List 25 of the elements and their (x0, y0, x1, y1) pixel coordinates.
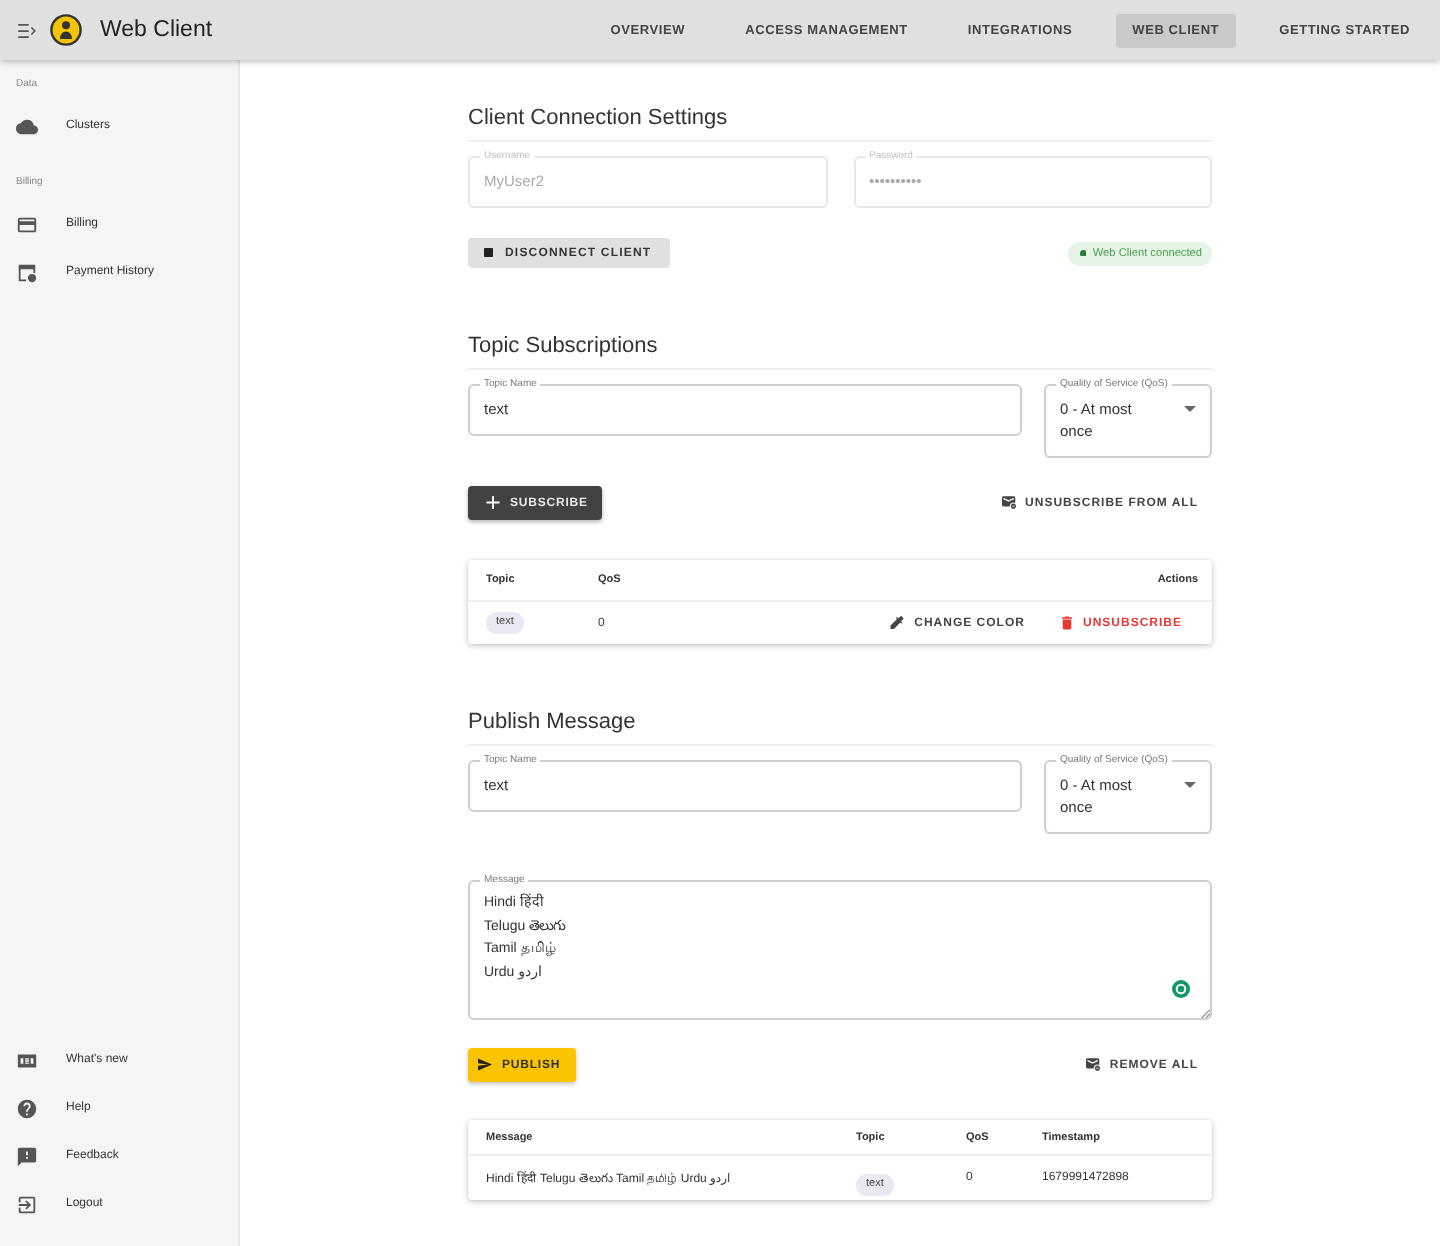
envelope-minus-icon (1085, 1058, 1100, 1072)
logo-icon (50, 14, 82, 46)
trash-icon (1062, 616, 1073, 630)
section-heading: Client Connection Settings (468, 104, 1212, 142)
circle-badge-icon (1172, 980, 1190, 998)
section-heading: Publish Message (468, 708, 1212, 746)
cloud-icon (16, 115, 38, 137)
help-icon (16, 1097, 38, 1119)
caret-icon (1184, 782, 1196, 788)
window-clock-icon (16, 261, 38, 283)
send-icon (478, 1058, 492, 1072)
caret-icon (1184, 406, 1196, 412)
status-dot-icon (1079, 249, 1087, 257)
eyedropper-icon (890, 616, 905, 630)
speech-bubble-icon (16, 1145, 38, 1167)
stop-icon (484, 248, 493, 258)
app-title: Web Client (100, 18, 213, 42)
new-badge-icon (16, 1049, 38, 1071)
menu-icon[interactable] (18, 23, 36, 37)
plus-icon (486, 496, 500, 510)
section-heading: Topic Subscriptions (468, 332, 1212, 370)
logout-icon (16, 1193, 38, 1215)
envelope-minus-icon (1001, 496, 1016, 510)
resize-handle-icon[interactable] (1200, 1008, 1210, 1018)
credit-card-icon (16, 213, 38, 235)
